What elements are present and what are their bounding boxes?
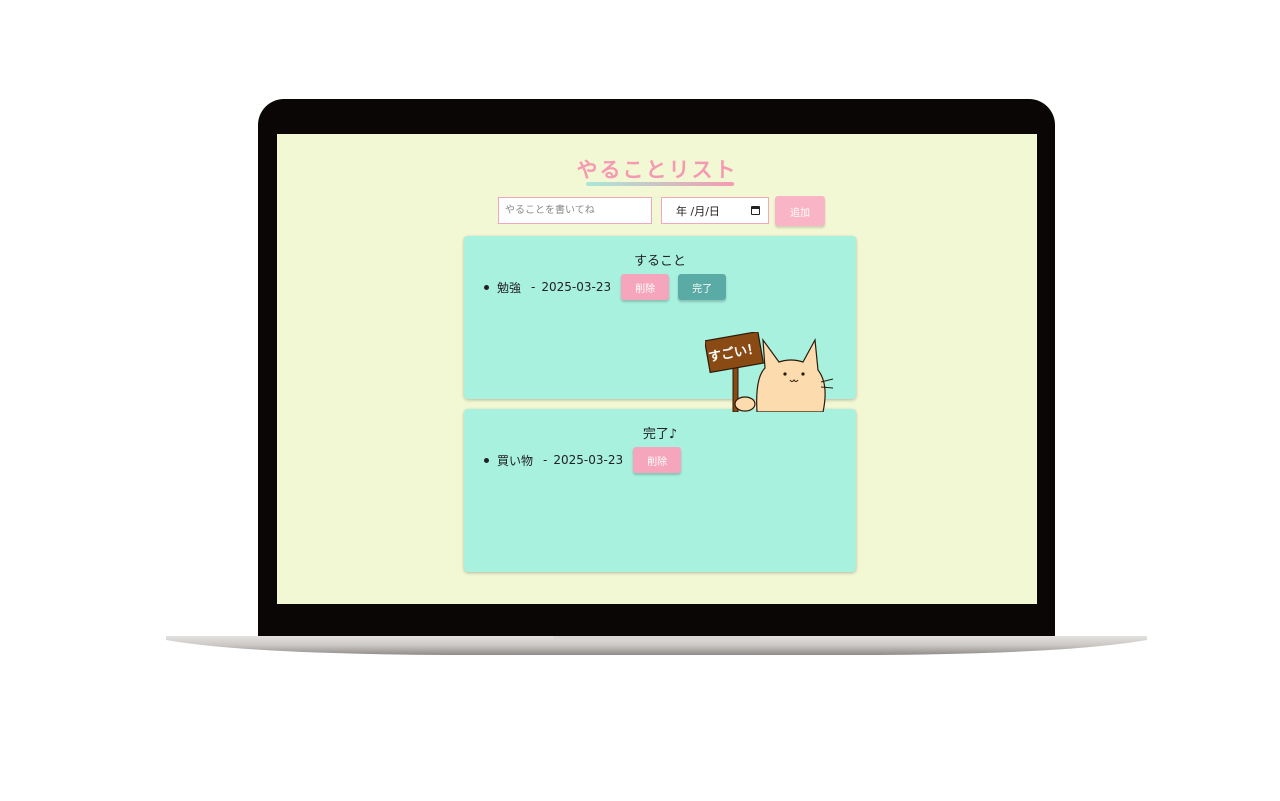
done-heading: 完了♪ [642,427,678,442]
task-date: 2025-03-23 [553,453,624,467]
date-input[interactable]: 年 /月/日 [661,197,769,224]
bullet-icon [484,284,489,290]
complete-button[interactable]: 完了 [678,274,727,300]
task-text: 勉強 [497,280,522,295]
laptop-base [166,634,1147,656]
delete-button[interactable]: 削除 [633,447,682,473]
page-title: やることリスト [576,158,738,182]
separator: - [543,453,548,467]
done-panel: 完了♪ 買い物 - 2025-03-23 削除 [464,409,856,572]
delete-button[interactable]: 削除 [621,274,670,300]
todo-heading: すること [633,254,686,269]
task-text: 買い物 [497,453,534,468]
add-button[interactable]: 追加 [775,196,825,226]
cat-eye [783,372,787,376]
cat-head [756,337,826,413]
separator: - [531,280,536,294]
title-underline [586,182,734,186]
bullet-icon [484,457,489,463]
cat-illustration: すごい！ [703,330,834,413]
task-input[interactable] [498,197,652,224]
list-item: 買い物 - 2025-03-23 削除 [484,447,682,473]
laptop-mockup: やることリスト 年 /月/日 追加 すること 勉強 - 2025-03-23 削… [0,0,1280,801]
date-placeholder: 年 /月/日 [676,204,720,218]
list-item: 勉強 - 2025-03-23 削除 完了 [484,274,727,300]
cat-mascot: すごい！ [703,330,835,413]
calendar-icon[interactable] [751,206,760,215]
cat-paw [734,396,756,412]
task-date: 2025-03-23 [541,280,612,294]
cat-eye [801,372,805,376]
app-screen: やることリスト 年 /月/日 追加 すること 勉強 - 2025-03-23 削… [277,134,1037,604]
